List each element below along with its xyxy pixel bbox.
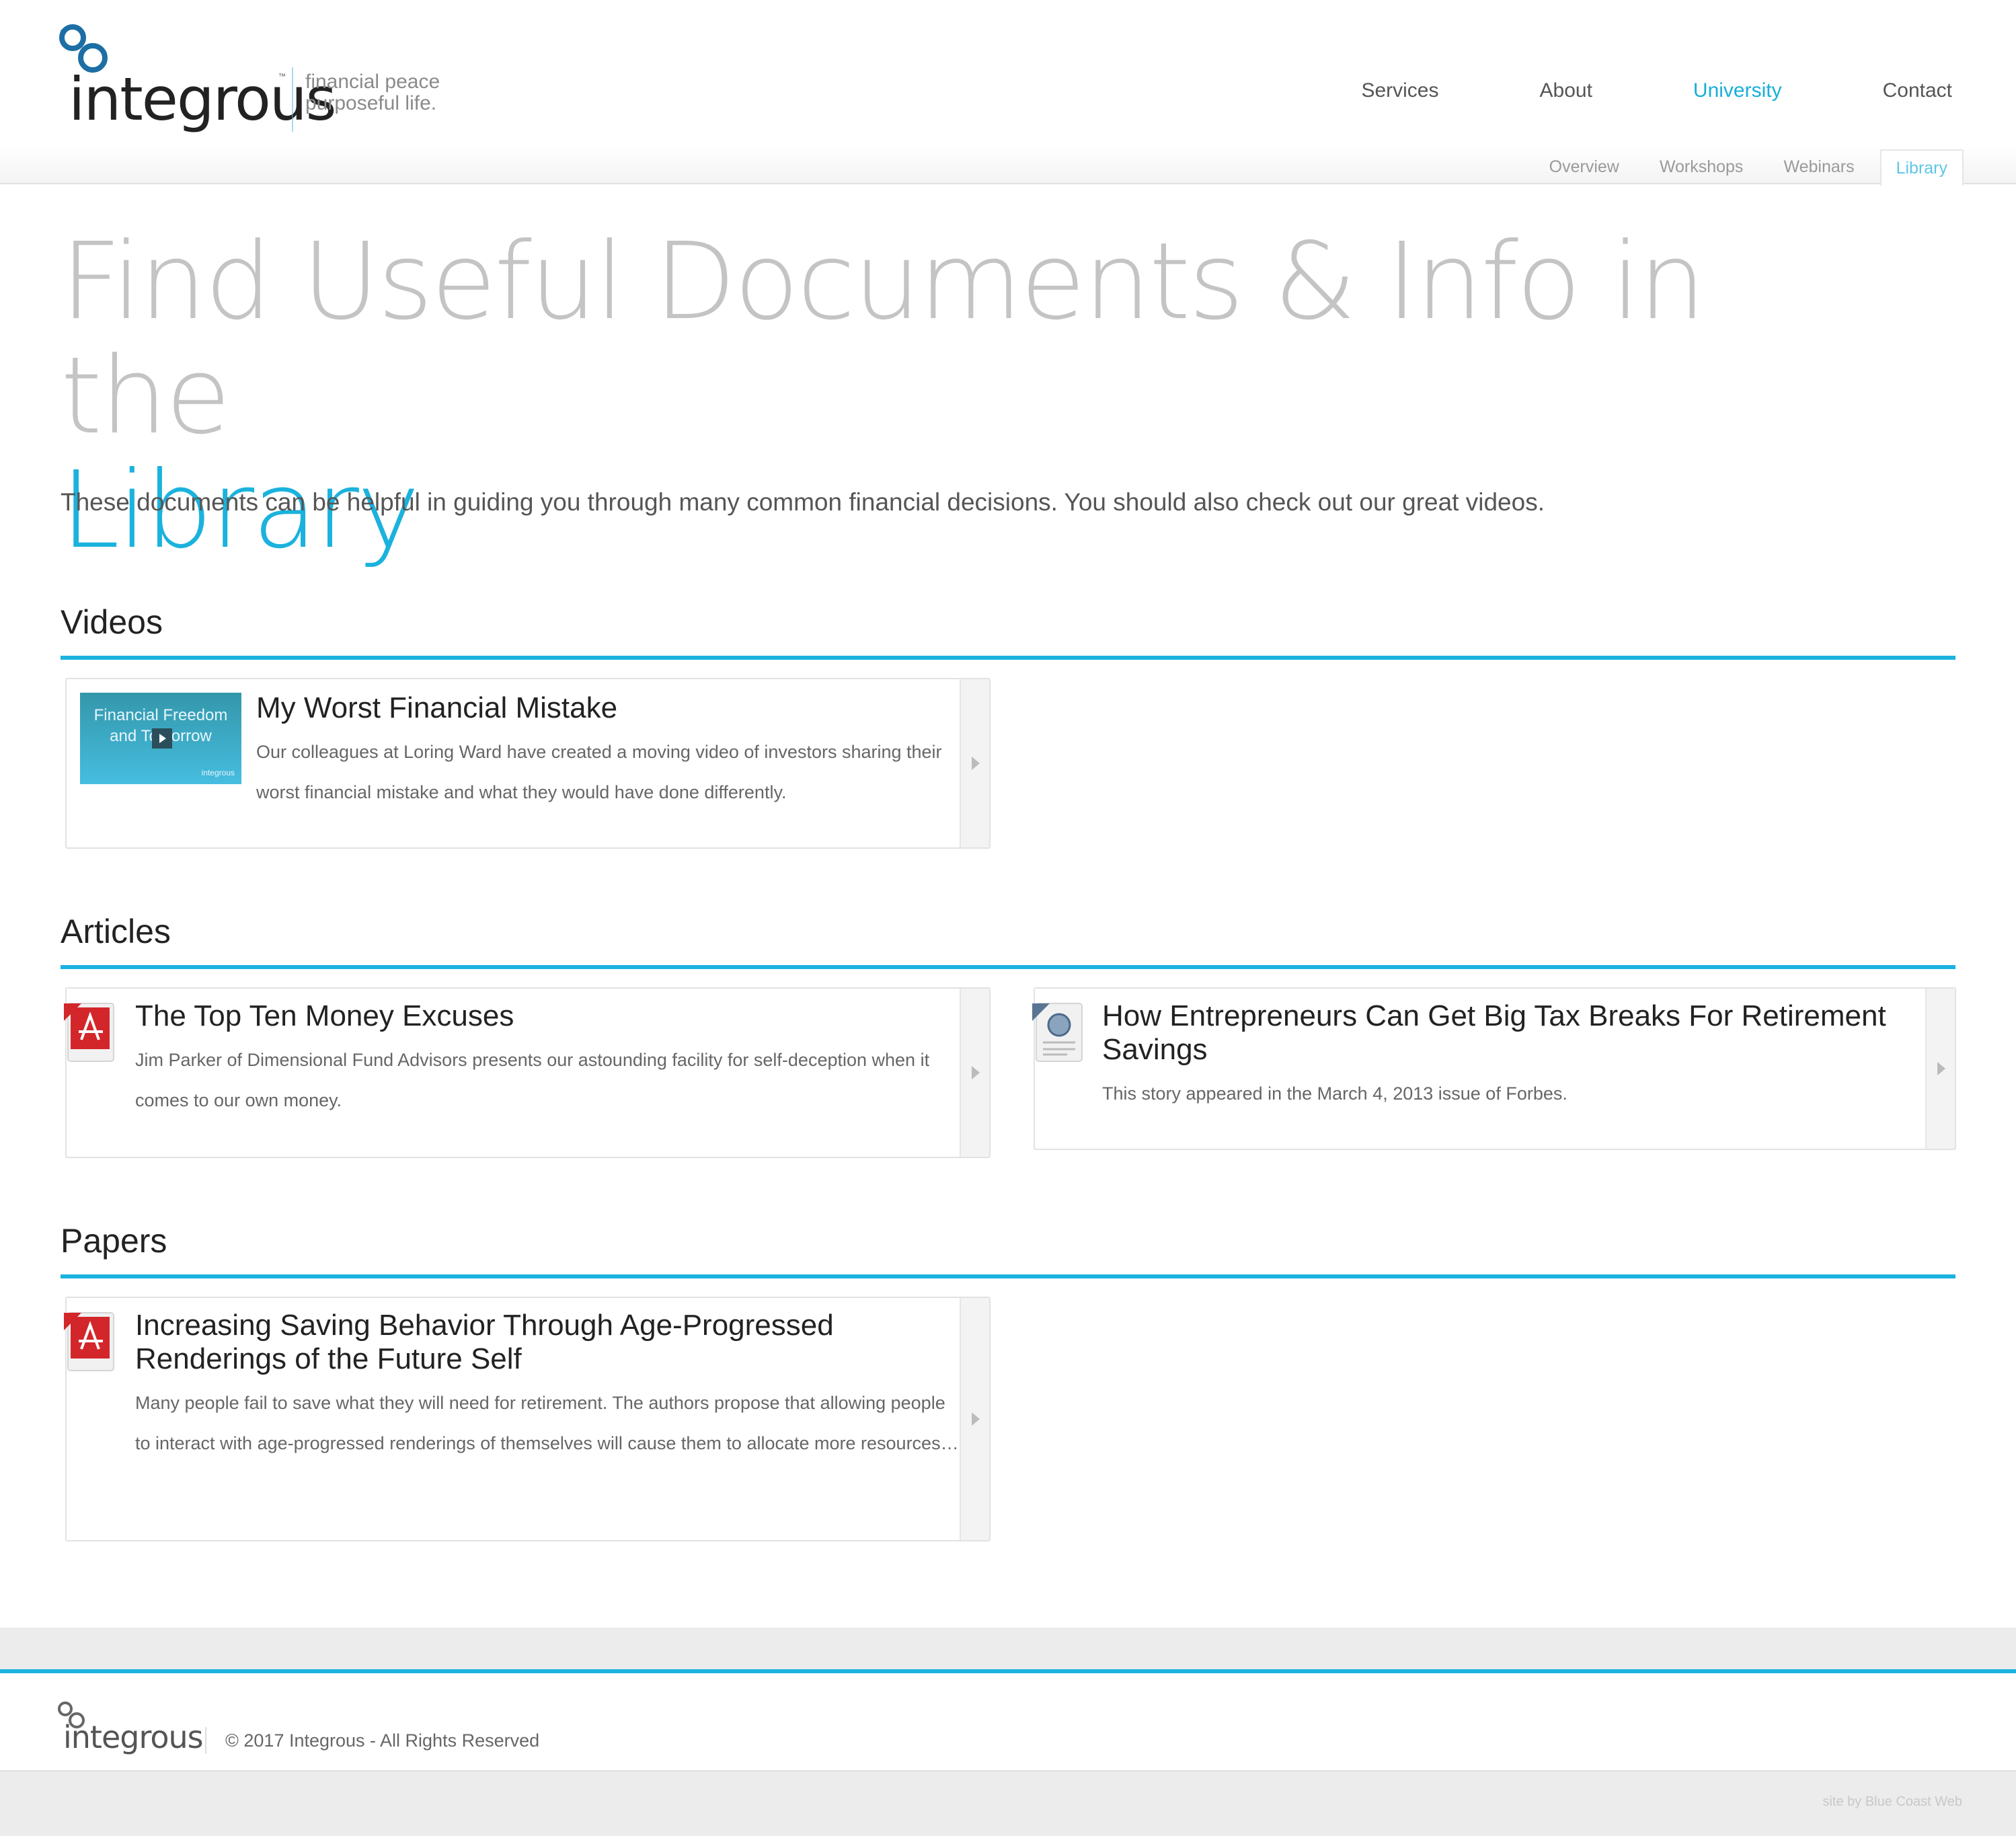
chevron-right-icon[interactable] bbox=[960, 989, 989, 1157]
section-title-papers: Papers bbox=[61, 1222, 167, 1260]
nav-item-services[interactable]: Services bbox=[1361, 79, 1438, 102]
footer-band bbox=[0, 1628, 2016, 1669]
pdf-icon bbox=[64, 1312, 114, 1371]
article-description: This story appeared in the March 4, 2013… bbox=[1102, 1083, 1567, 1104]
video-title[interactable]: My Worst Financial Mistake bbox=[256, 691, 929, 725]
nav-item-university[interactable]: University bbox=[1693, 79, 1782, 102]
article-title[interactable]: How Entrepreneurs Can Get Big Tax Breaks… bbox=[1102, 999, 1929, 1067]
sub-nav: Overview Workshops Webinars Library bbox=[1524, 149, 1964, 186]
paper-card[interactable]: Increasing Saving Behavior Through Age-P… bbox=[64, 1297, 991, 1541]
section-title-articles: Articles bbox=[61, 913, 171, 950]
video-card[interactable]: Financial Freedom and To orrow integrous… bbox=[65, 678, 991, 849]
video-thumbnail[interactable]: Financial Freedom and To orrow integrous bbox=[80, 693, 241, 784]
tagline-line-2: purposeful life. bbox=[305, 92, 437, 114]
section-title-videos: Videos bbox=[61, 603, 163, 641]
sub-nav-webinars[interactable]: Webinars bbox=[1769, 149, 1869, 186]
pdf-icon bbox=[64, 1003, 114, 1062]
footer-logo[interactable]: integrous bbox=[63, 1719, 204, 1755]
section-divider bbox=[61, 965, 1955, 969]
thumbnail-caption-line-1: Financial Freedom bbox=[93, 706, 228, 724]
page-title-main: Find Useful Documents & Info in the bbox=[61, 220, 1706, 458]
chevron-right-icon[interactable] bbox=[1925, 989, 1955, 1149]
article-description: Jim Parker of Dimensional Fund Advisors … bbox=[135, 1050, 930, 1110]
copyright-text: © 2017 Integrous - All Rights Reserved bbox=[225, 1730, 540, 1751]
main-nav: Services About University Contact bbox=[1260, 79, 1952, 102]
logo-divider bbox=[292, 67, 293, 132]
thumbnail-brand: integrous bbox=[201, 768, 235, 777]
article-card[interactable]: How Entrepreneurs Can Get Big Tax Breaks… bbox=[1032, 987, 1956, 1150]
bottom-bar bbox=[0, 1770, 2016, 1836]
trademark-symbol: ™ bbox=[278, 73, 286, 81]
web-document-icon bbox=[1032, 1003, 1083, 1062]
site-footer bbox=[0, 1673, 2016, 1770]
sub-nav-workshops[interactable]: Workshops bbox=[1645, 149, 1758, 186]
paper-description: Many people fail to save what they will … bbox=[135, 1393, 959, 1453]
nav-item-contact[interactable]: Contact bbox=[1883, 79, 1952, 102]
logo-tagline: financial peace purposeful life. bbox=[305, 71, 440, 114]
site-credit-link[interactable]: site by Blue Coast Web bbox=[1822, 1794, 1962, 1810]
logo-wordmark: integrous bbox=[69, 65, 336, 134]
video-description: Our colleagues at Loring Ward have creat… bbox=[256, 742, 942, 802]
paper-title[interactable]: Increasing Saving Behavior Through Age-P… bbox=[135, 1309, 915, 1376]
sub-nav-library[interactable]: Library bbox=[1879, 149, 1964, 186]
article-title[interactable]: The Top Ten Money Excuses bbox=[135, 999, 942, 1033]
sub-nav-overview[interactable]: Overview bbox=[1535, 149, 1634, 186]
site-header: integrous ™ financial peace purposeful l… bbox=[0, 0, 2016, 186]
nav-item-about[interactable]: About bbox=[1540, 79, 1592, 102]
section-divider bbox=[61, 656, 1955, 660]
site-logo[interactable]: integrous ™ financial peace purposeful l… bbox=[55, 23, 459, 137]
footer-logo-divider bbox=[205, 1727, 206, 1754]
article-card[interactable]: The Top Ten Money Excuses Jim Parker of … bbox=[64, 987, 991, 1158]
play-icon[interactable] bbox=[152, 728, 172, 749]
section-divider bbox=[61, 1274, 1955, 1278]
tagline-line-1: financial peace bbox=[305, 71, 440, 93]
chevron-right-icon[interactable] bbox=[960, 679, 989, 847]
chevron-right-icon[interactable] bbox=[960, 1298, 989, 1540]
intro-text: These documents can be helpful in guidin… bbox=[61, 488, 1545, 516]
